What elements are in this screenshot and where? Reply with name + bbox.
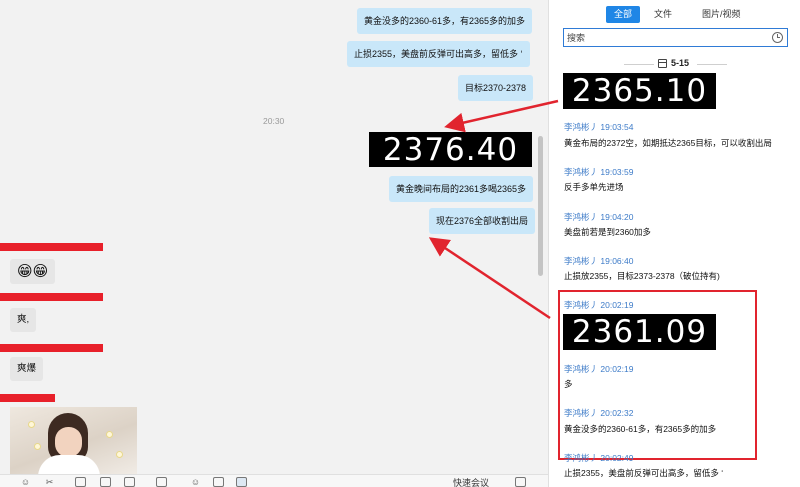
message-meta: 李鸿彬丿 20:02:49 (564, 452, 633, 464)
outgoing-message[interactable]: 止损2355，美盘前反弹可出高多，留低多 ‘ (347, 41, 530, 67)
message-toolbar: ☺ ✂ ☺ 快速会议 (0, 474, 548, 487)
message-time: 19:06:40 (600, 256, 634, 266)
shared-photo[interactable] (10, 407, 137, 475)
message-meta: 李鸿彬丿 19:03:59 (564, 166, 633, 178)
date-divider (697, 64, 727, 65)
history-message[interactable]: 反手多单先进场 (564, 181, 624, 193)
sender-name: 李鸿彬丿 (564, 300, 599, 310)
history-message[interactable]: 美盘前若是到2360加多 (564, 226, 651, 238)
message-meta: 李鸿彬丿 19:03:54 (564, 121, 633, 133)
date-header: 5-15 (579, 58, 759, 70)
redaction-bar (0, 293, 103, 301)
emoji-icon[interactable]: ☺ (20, 477, 31, 487)
message-time: 20:02:32 (600, 408, 634, 418)
clock-icon[interactable] (772, 32, 783, 43)
photo-flower (116, 451, 123, 458)
date-divider (624, 64, 654, 65)
message-time: 19:03:54 (600, 122, 634, 132)
message-time: 20:02:49 (600, 453, 634, 463)
message-time: 19:04:20 (600, 212, 634, 222)
history-message[interactable]: 止损2355，美盘前反弹可出高多，留低多 ‘ (564, 467, 723, 479)
time-separator: 20:30 (263, 116, 285, 126)
redaction-bar (0, 394, 55, 402)
chat-record-icon[interactable] (236, 477, 247, 487)
quick-meeting-button[interactable]: 快速会议 (453, 476, 489, 487)
sender-name: 李鸿彬丿 (564, 364, 599, 374)
message-meta: 李鸿彬丿 19:04:20 (564, 211, 633, 223)
tab-all[interactable]: 全部 (606, 6, 641, 23)
message-meta: 李鸿彬丿 20:02:19 (564, 363, 633, 375)
more-icon[interactable] (515, 477, 526, 487)
tab-media[interactable]: 图片/视频 (694, 6, 749, 23)
message-meta: 李鸿彬丿 20:02:19 (564, 299, 633, 311)
chat-scrollbar[interactable] (538, 136, 543, 276)
sender-name: 李鸿彬丿 (564, 256, 599, 266)
sender-name: 李鸿彬丿 (564, 167, 599, 177)
history-price-image[interactable]: 2365.10 (563, 73, 716, 109)
search-box (563, 28, 788, 47)
history-message[interactable]: 止损放2355，目标2373-2378（破位持有) (564, 270, 720, 282)
photo-flower (28, 421, 35, 428)
history-panel: 全部 文件 图片/视频 5-15 2365.10 李鸿彬丿 19:03:54 黄… (548, 0, 800, 487)
outgoing-message[interactable]: 黄金晚间布局的2361多喝2365多 (389, 176, 534, 202)
history-message[interactable]: 多 (564, 378, 573, 390)
at-icon[interactable]: ☺ (190, 477, 201, 487)
price-screenshot-image[interactable]: 2376.40 (369, 132, 532, 168)
message-meta: 李鸿彬丿 20:02:32 (564, 407, 633, 419)
sender-name: 李鸿彬丿 (564, 453, 599, 463)
tab-files[interactable]: 文件 (646, 6, 680, 23)
folder-icon[interactable] (156, 477, 167, 487)
search-input[interactable] (567, 31, 767, 44)
history-message[interactable]: 黄金布局的2372空，如期抵达2365目标，可以收割出局 (564, 137, 772, 149)
incoming-message[interactable]: 爽, (10, 308, 37, 332)
outgoing-message[interactable]: 现在2376全部收割出局 (429, 208, 536, 234)
calendar-icon (658, 59, 667, 68)
redaction-bar (0, 344, 103, 352)
redaction-bar (0, 243, 103, 251)
history-tabs: 全部 文件 图片/视频 (606, 6, 755, 23)
message-meta: 李鸿彬丿 19:06:40 (564, 255, 633, 267)
date-label: 5-15 (671, 58, 690, 68)
file-icon[interactable] (100, 477, 111, 487)
outgoing-message[interactable]: 黄金没多的2360-61多，有2365多的加多 (357, 8, 533, 34)
message-time: 20:02:19 (600, 364, 634, 374)
photo-flower (34, 443, 41, 450)
photo-child-shirt (38, 455, 100, 475)
sender-name: 李鸿彬丿 (564, 212, 599, 222)
message-time: 19:03:59 (600, 167, 634, 177)
incoming-message[interactable]: 😁😁 (10, 259, 56, 284)
scissors-icon[interactable]: ✂ (44, 477, 55, 487)
photo-child-face (55, 427, 82, 457)
chat-pane: 黄金没多的2360-61多，有2365多的加多 止损2355，美盘前反弹可出高多… (0, 0, 548, 487)
history-message[interactable]: 黄金没多的2360-61多，有2365多的加多 (564, 423, 716, 435)
calendar-icon[interactable] (124, 477, 135, 487)
sender-name: 李鸿彬丿 (564, 408, 599, 418)
sender-name: 李鸿彬丿 (564, 122, 599, 132)
message-time: 20:02:19 (600, 300, 634, 310)
screenshot-icon[interactable] (213, 477, 224, 487)
outgoing-message[interactable]: 目标2370-2378 (458, 75, 534, 101)
history-price-image[interactable]: 2361.09 (563, 314, 716, 350)
photo-flower (106, 431, 113, 438)
incoming-message[interactable]: 爽爆 (10, 357, 44, 381)
image-icon[interactable] (75, 477, 86, 487)
